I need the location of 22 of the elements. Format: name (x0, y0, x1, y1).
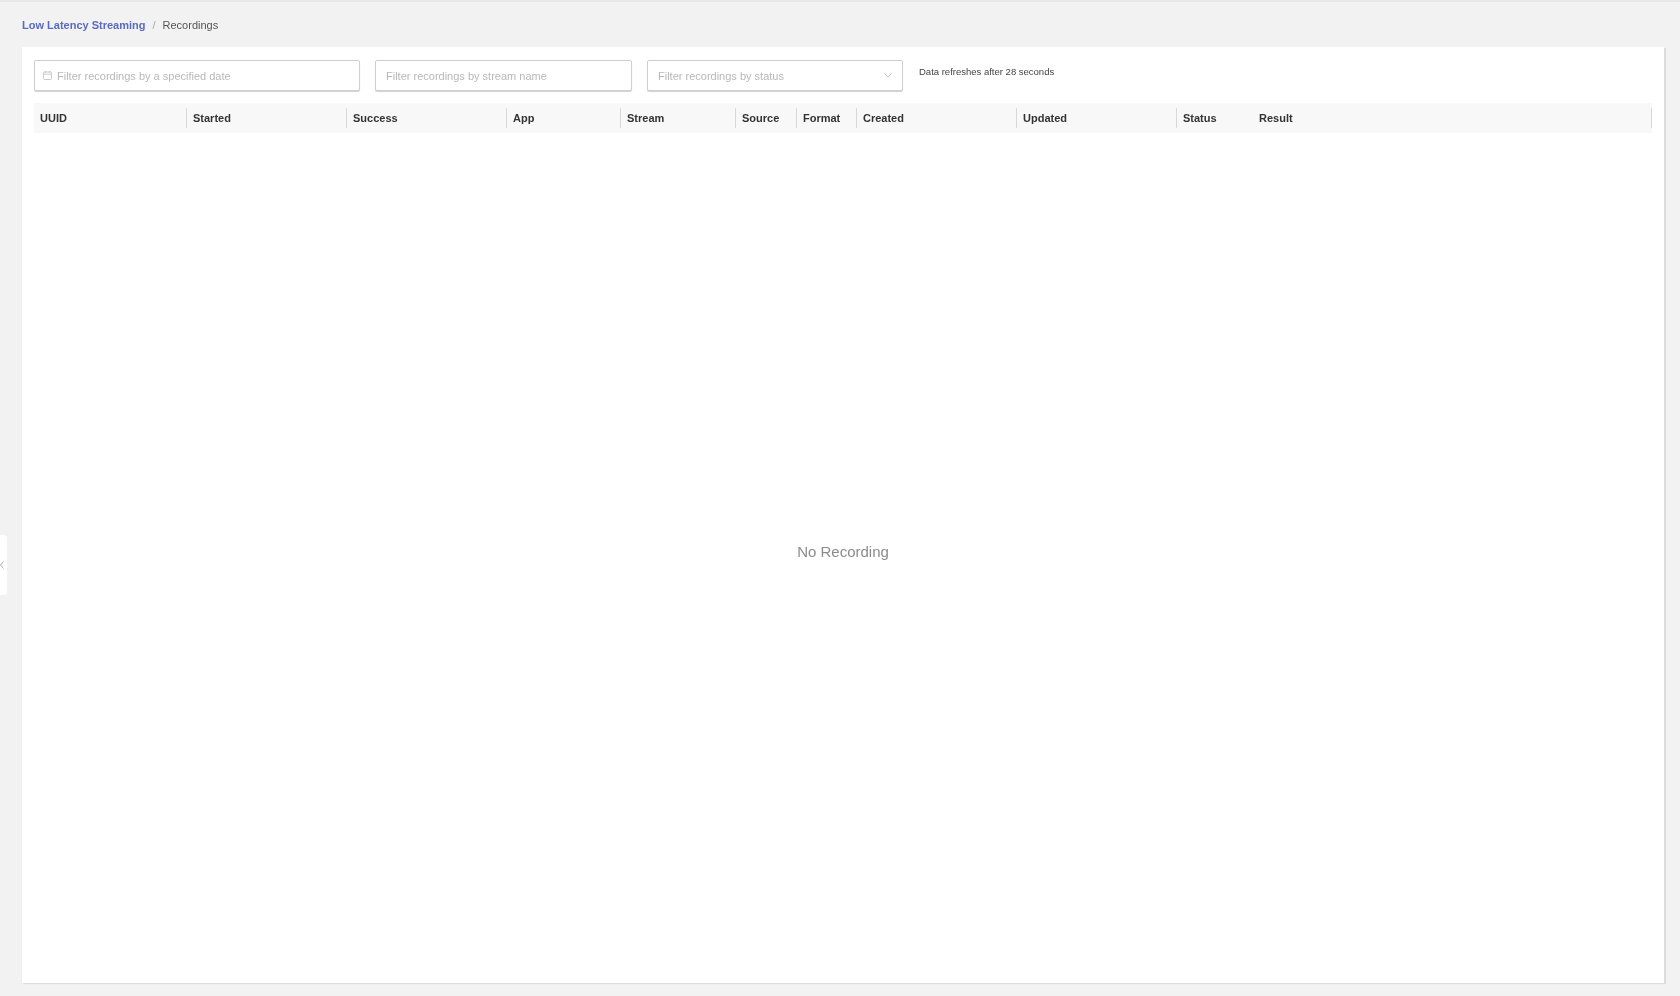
chevron-left-icon (0, 561, 4, 569)
column-header: Source (741, 112, 780, 124)
breadcrumb-separator: / (152, 18, 156, 31)
column-header: UUID (39, 112, 67, 124)
column-header: Format (802, 112, 841, 124)
column-header: Stream (626, 112, 665, 124)
chevron-down-icon (884, 73, 892, 78)
stream-filter-field[interactable]: Filter recordings by stream name (375, 60, 632, 91)
date-filter-field[interactable]: Filter recordings by a specified date (34, 60, 360, 91)
column-header: Updated (1022, 112, 1067, 124)
column-header: App (512, 112, 535, 124)
refresh-note: Data refreshes after 28 seconds (919, 66, 1055, 77)
empty-message: No Recording (797, 543, 889, 560)
breadcrumb-link[interactable]: Low Latency Streaming (22, 18, 146, 31)
calendar-icon (43, 71, 52, 80)
column-header: Created (862, 112, 904, 124)
column-header: Status (1182, 112, 1217, 124)
column-header: Started (192, 112, 231, 124)
column-header: Result (1258, 112, 1293, 124)
breadcrumb-current: Recordings (162, 18, 219, 31)
column-header: Success (352, 112, 398, 124)
sidebar-toggle-button[interactable] (0, 535, 7, 595)
